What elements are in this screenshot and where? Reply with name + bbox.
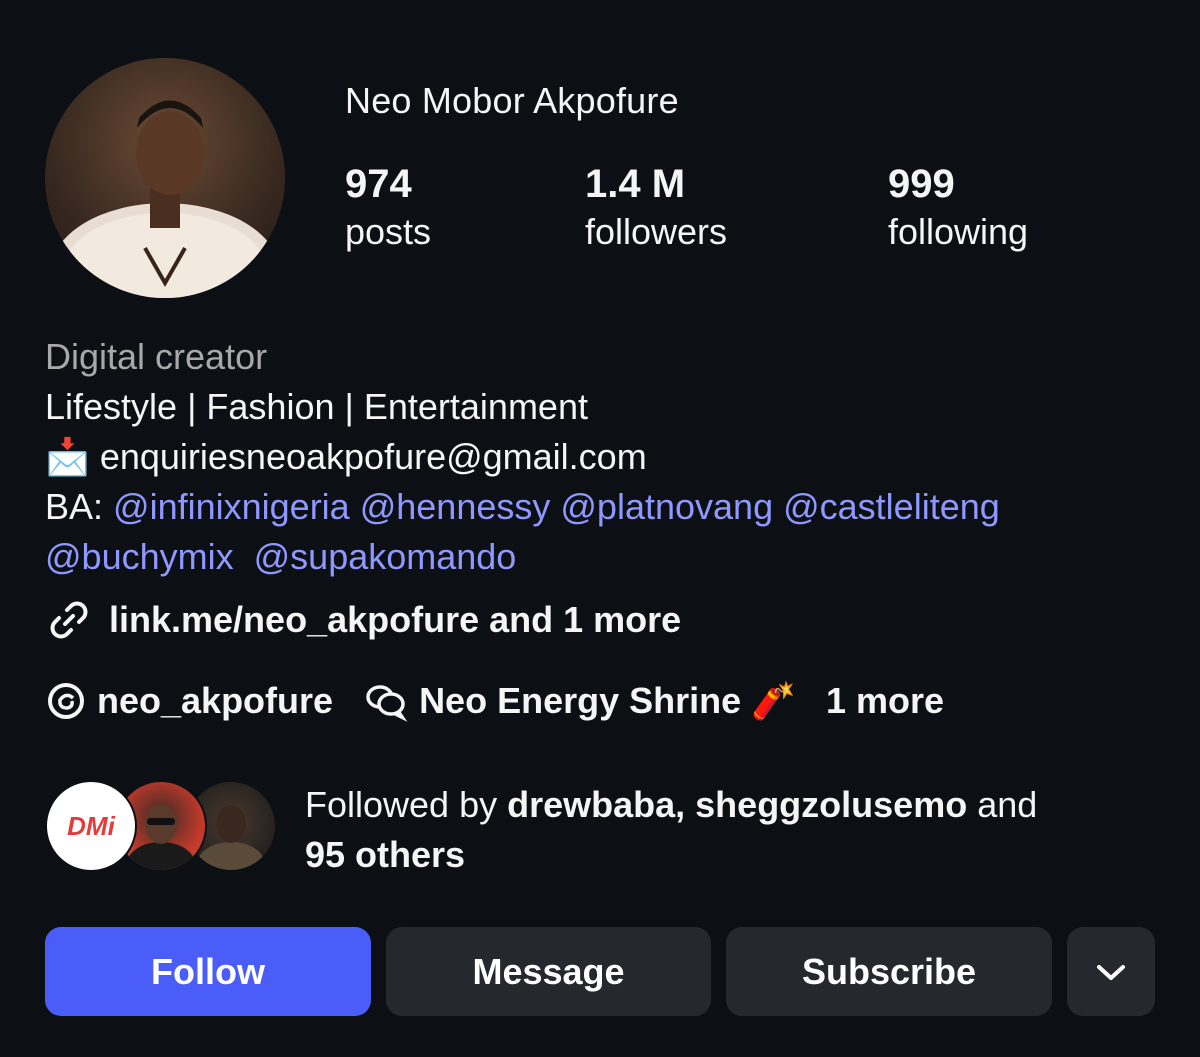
followed-by-text: Followed by drewbaba, sheggzolusemo and … [305,780,1125,880]
following-count: 999 [888,162,955,206]
profile-avatar[interactable] [45,58,285,298]
bio-email-row: 📩 enquiriesneoakpofure@gmail.com [45,432,1000,482]
followed-by-prefix: Followed by [305,784,508,825]
chevron-down-icon [1097,964,1125,980]
broadcast-channel-icon [366,685,408,722]
follower-avatar: DMi [45,780,137,872]
external-link[interactable]: link.me/neo_akpofure and 1 more [45,596,681,644]
mention-link[interactable]: @buchymix [45,536,234,577]
threads-link[interactable]: neo_akpofure [45,680,333,722]
mention-link[interactable]: @infinixnigeria [113,486,350,527]
mutual-followers: drewbaba, sheggzolusemo [507,784,968,825]
profile-name: Neo Mobor Akpofure [345,80,679,121]
mention-link[interactable]: @platnovang [560,486,773,527]
threads-icon [48,683,84,719]
subscribe-button[interactable]: Subscribe [726,927,1052,1016]
bio: Digital creator Lifestyle | Fashion | En… [45,332,1000,582]
followed-by[interactable]: DMi Followed by drewbaba, sheggzolusemo … [45,780,1125,880]
external-link-text: link.me/neo_akpofure and 1 more [109,599,682,640]
posts-count: 974 [345,162,412,206]
threads-handle: neo_akpofure [97,680,334,721]
more-options-button[interactable] [1067,927,1155,1016]
follow-button[interactable]: Follow [45,927,371,1016]
ba-prefix: BA: [45,486,104,527]
mention-link[interactable]: @hennessy [360,486,551,527]
more-links[interactable]: 1 more [826,680,944,722]
bio-category: Digital creator [45,336,268,377]
followed-by-and: and [967,784,1038,825]
message-button[interactable]: Message [386,927,711,1016]
following-label: following [888,211,1029,252]
envelope-icon: 📩 [45,436,90,477]
others-count: 95 others [305,834,466,875]
stat-following[interactable]: 999 following [888,160,1028,256]
channel-link[interactable]: Neo Energy Shrine 🧨 [363,680,796,722]
profile-photo [50,100,280,298]
more-links-text: 1 more [825,680,945,721]
bio-email[interactable]: enquiriesneoakpofure@gmail.com [100,436,647,477]
channel-name: Neo Energy Shrine 🧨 [419,680,796,721]
follower-avatar-logo: DMi [67,810,115,841]
posts-label: posts [345,211,432,252]
social-row: neo_akpofure Neo Energy Shrine 🧨 1 more [45,680,944,722]
stat-followers[interactable]: 1.4 M followers [585,160,727,256]
followers-count: 1.4 M [585,162,686,206]
bio-mentions-row: @buchymix @supakomando [45,532,1000,582]
bio-ba-row: BA: @infinixnigeria @hennessy @platnovan… [45,482,1000,532]
stat-posts[interactable]: 974 posts [345,160,431,256]
mention-link[interactable]: @supakomando [254,536,517,577]
link-icon [50,601,88,639]
bio-line: Lifestyle | Fashion | Entertainment [45,386,588,427]
followers-label: followers [585,211,728,252]
mention-link[interactable]: @castleliteng [783,486,1000,527]
